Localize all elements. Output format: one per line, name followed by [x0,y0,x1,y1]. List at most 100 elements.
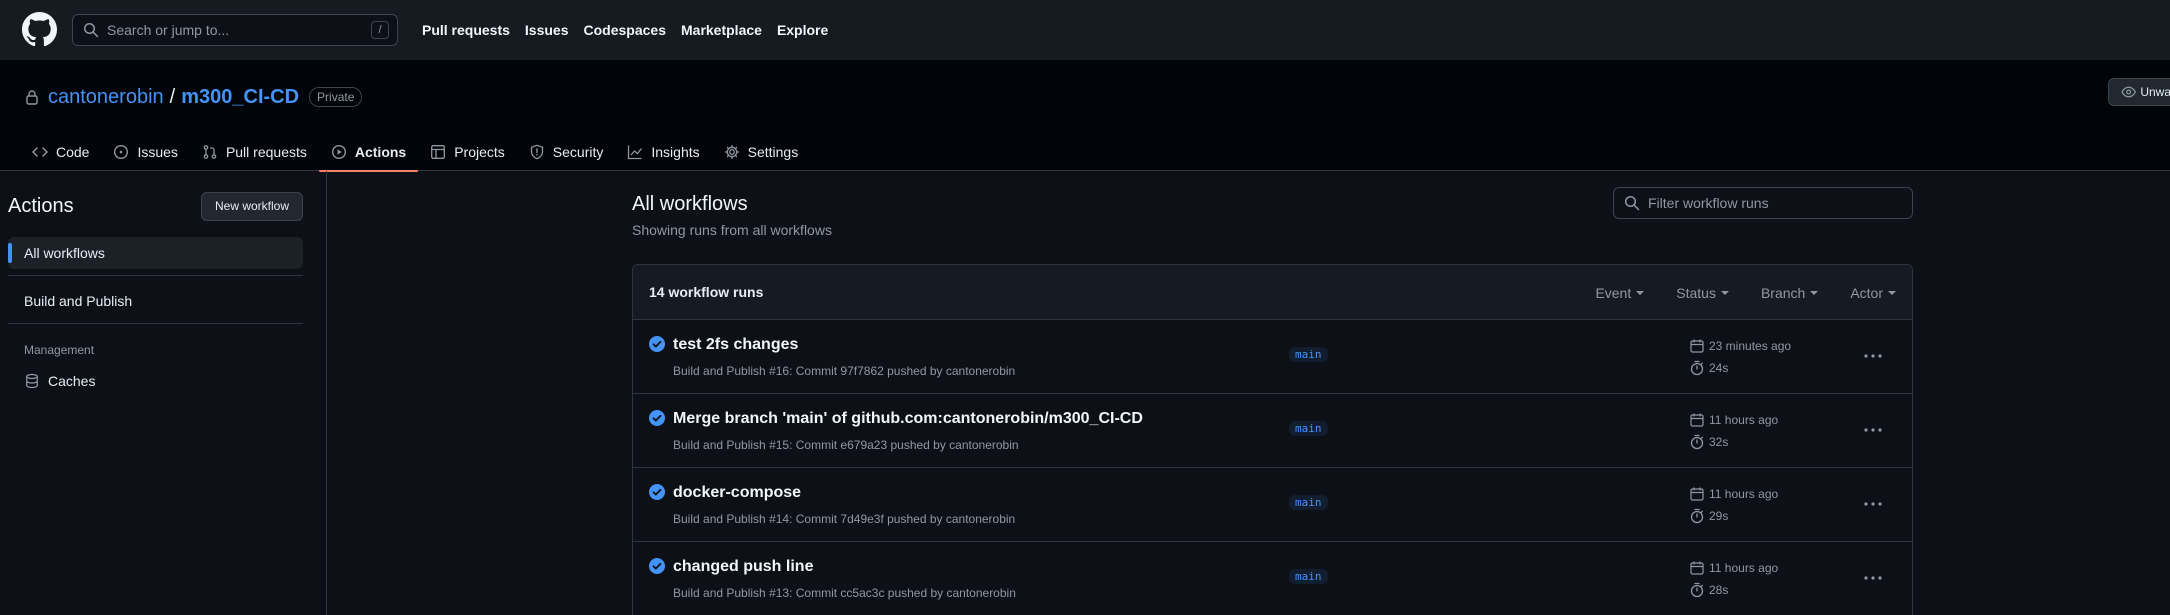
tab-insights[interactable]: Insights [615,132,711,171]
actions-sidebar: Actions New workflow All workflows Build… [0,171,327,615]
page-title: All workflows [632,193,748,215]
sidebar-item-label: Build and Publish [24,293,133,309]
run-title-link[interactable]: changed push line [673,558,813,576]
workflow-run-row[interactable]: docker-compose Build and Publish #14: Co… [633,468,1912,542]
play-icon [331,144,346,159]
sidebar-divider [8,323,303,324]
run-duration: 32s [1689,434,1728,450]
sidebar-item-build-and-publish[interactable]: Build and Publish [8,285,303,317]
check-circle-icon [649,484,665,500]
sidebar-title: Actions [8,195,74,217]
tab-code[interactable]: Code [20,132,101,171]
tab-security[interactable]: Security [517,132,616,171]
graph-icon [628,145,643,159]
page-subtitle: Showing runs from all workflows [632,222,832,238]
kebab-menu-icon[interactable] [1861,492,1885,516]
issue-icon [114,144,129,159]
workflow-run-row[interactable]: test 2fs changes Build and Publish #16: … [633,320,1912,394]
calendar-icon [1690,339,1704,353]
filter-label: Actor [1850,284,1883,301]
tab-label: Projects [454,143,505,160]
actor-filter-dropdown[interactable]: Actor [1850,285,1896,301]
run-duration-text: 29s [1709,509,1729,523]
repo-owner-link[interactable]: cantonerobin [48,86,164,109]
calendar-icon [1690,413,1704,427]
check-circle-icon [649,410,665,426]
github-logo-icon[interactable] [22,12,57,47]
nav-issues[interactable]: Issues [525,22,569,38]
nav-codespaces[interactable]: Codespaces [584,22,666,38]
sidebar-item-all-workflows[interactable]: All workflows [8,237,303,269]
status-filter-dropdown[interactable]: Status [1676,285,1729,301]
runs-header: 14 workflow runs Event Status Branch Act… [633,265,1912,320]
filter-label: Status [1676,284,1716,301]
repo-title: cantonerobin / m300_CI-CD Private [24,82,363,112]
run-time-text: 11 hours ago [1709,413,1779,427]
caret-down-icon [1888,290,1896,295]
nav-marketplace[interactable]: Marketplace [681,22,762,38]
pull-request-icon [203,144,217,159]
sidebar-item-label: All workflows [24,245,105,261]
run-time-text: 11 hours ago [1709,561,1779,575]
run-meta: Build and Publish #14: Commit 7d49e3f pu… [673,512,1016,526]
unwatch-button[interactable]: Unwatch [2108,78,2170,106]
run-duration-text: 24s [1709,361,1729,375]
table-icon [431,144,446,159]
branch-filter-dropdown[interactable]: Branch [1760,284,1819,301]
repo-name-link[interactable]: m300_CI-CD [181,86,299,109]
run-timestamp: 11 hours ago [1689,560,1778,576]
kebab-menu-icon[interactable] [1861,418,1885,442]
repo-tabs: Code Issues Pull requests Actions Projec… [20,132,811,172]
filter-label: Branch [1760,284,1806,301]
run-title-link[interactable]: test 2fs changes [673,336,798,354]
tab-label: Settings [747,143,799,160]
workflow-run-row[interactable]: changed push line Build and Publish #13:… [633,542,1912,615]
sidebar-item-caches[interactable]: Caches [8,365,303,397]
run-meta: Build and Publish #16: Commit 97f7862 pu… [673,364,1016,378]
run-timestamp: 23 minutes ago [1689,338,1791,354]
filter-workflow-runs-input[interactable]: Filter workflow runs [1613,187,1913,219]
tab-actions[interactable]: Actions [318,132,419,172]
sidebar-item-label: Caches [48,373,96,389]
event-filter-dropdown[interactable]: Event [1595,285,1645,301]
filter-placeholder: Filter workflow runs [1648,195,1769,211]
branch-badge[interactable]: main [1289,347,1328,362]
calendar-icon [1690,487,1704,501]
tab-projects[interactable]: Projects [418,132,517,171]
nav-explore[interactable]: Explore [777,22,828,38]
tab-label: Code [56,143,90,160]
branch-badge[interactable]: main [1289,495,1328,510]
run-title-link[interactable]: docker-compose [673,484,801,502]
run-duration: 24s [1689,360,1728,376]
run-meta: Build and Publish #15: Commit e679a23 pu… [673,438,1019,452]
tab-label: Insights [651,143,700,160]
tab-issues[interactable]: Issues [101,132,189,171]
kebab-menu-icon[interactable] [1861,344,1885,368]
runs-count: 14 workflow runs [649,284,764,300]
tab-pull-requests[interactable]: Pull requests [190,132,319,171]
kebab-menu-icon[interactable] [1861,566,1885,590]
top-header: Search or jump to... / Pull requests Iss… [0,0,2170,60]
sidebar-divider [8,275,303,276]
run-time-text: 11 hours ago [1709,487,1779,501]
check-circle-icon [649,336,665,352]
tab-label: Security [552,143,604,160]
stopwatch-icon [1690,434,1704,450]
nav-pull-requests[interactable]: Pull requests [422,22,510,38]
search-icon [1624,195,1640,211]
search-placeholder: Search or jump to... [107,22,230,38]
branch-badge[interactable]: main [1289,569,1328,584]
new-workflow-button[interactable]: New workflow [201,192,303,221]
stopwatch-icon [1690,582,1704,598]
caret-down-icon [1636,290,1645,295]
management-heading: Management [24,343,95,357]
stopwatch-icon [1690,508,1704,524]
run-duration: 29s [1689,508,1728,524]
runs-filters: Event Status Branch Actor [1563,265,1896,320]
workflow-run-row[interactable]: Merge branch 'main' of github.com:canton… [633,394,1912,468]
tab-settings[interactable]: Settings [712,132,811,171]
search-input[interactable]: Search or jump to... / [72,14,398,46]
run-title-link[interactable]: Merge branch 'main' of github.com:canton… [673,410,1143,428]
branch-badge[interactable]: main [1289,421,1328,436]
caret-down-icon [1720,290,1729,295]
